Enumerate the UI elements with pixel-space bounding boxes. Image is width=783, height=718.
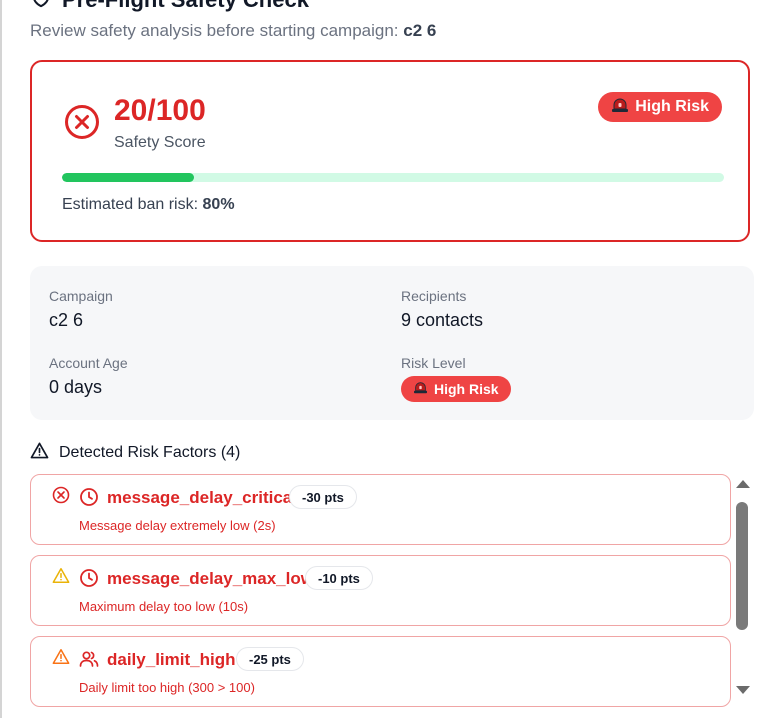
campaign-info: Campaign c2 6 bbox=[49, 288, 113, 331]
risk-factor-points: -10 pts bbox=[305, 566, 373, 590]
x-circle-icon bbox=[52, 486, 70, 509]
ban-risk-value: 80% bbox=[202, 196, 235, 213]
safety-progress-bar bbox=[62, 173, 724, 182]
risk-level-info: Risk Level High Risk bbox=[401, 355, 511, 402]
siren-icon bbox=[413, 381, 428, 397]
safety-score-card: 20/100 Safety Score High Risk Estimated … bbox=[30, 60, 750, 242]
scroll-down-arrow-icon[interactable] bbox=[736, 686, 750, 694]
risk-factor-item[interactable]: message_delay_max_low -10 pts Maximum de… bbox=[30, 555, 731, 626]
risk-level-badge: High Risk bbox=[401, 376, 511, 402]
campaign-info-card: Campaign c2 6 Recipients 9 contacts Acco… bbox=[30, 266, 754, 420]
account-age-info: Account Age 0 days bbox=[49, 355, 128, 398]
risk-factors-heading-label: Detected Risk Factors (4) bbox=[59, 444, 241, 461]
window-edge bbox=[0, 0, 2, 718]
recipients-value: 9 contacts bbox=[401, 310, 484, 330]
clock-icon bbox=[79, 568, 99, 593]
clock-icon bbox=[79, 487, 99, 512]
siren-icon bbox=[611, 97, 629, 118]
risk-factor-name: message_delay_max_low bbox=[107, 569, 314, 588]
scroll-up-arrow-icon[interactable] bbox=[736, 480, 750, 488]
warning-triangle-icon bbox=[52, 567, 70, 589]
recipients-label: Recipients bbox=[401, 288, 467, 304]
risk-badge-label: High Risk bbox=[635, 98, 709, 115]
x-circle-icon bbox=[64, 104, 100, 145]
warning-triangle-icon bbox=[52, 648, 70, 670]
scrollbar-thumb[interactable] bbox=[736, 502, 748, 630]
risk-factors-heading: Detected Risk Factors (4) bbox=[30, 442, 240, 464]
ban-risk: Estimated ban risk: 80% bbox=[62, 196, 235, 214]
risk-factor-points: -30 pts bbox=[289, 485, 357, 509]
page-title: Pre-Flight Safety Check bbox=[62, 0, 309, 13]
safety-score-label: Safety Score bbox=[114, 134, 206, 151]
users-icon bbox=[79, 649, 99, 674]
risk-badge: High Risk bbox=[598, 92, 722, 122]
risk-level-label: Risk Level bbox=[401, 355, 466, 371]
risk-factor-description: Message delay extremely low (2s) bbox=[79, 518, 276, 533]
campaign-value: c2 6 bbox=[49, 310, 84, 330]
risk-factor-description: Maximum delay too low (10s) bbox=[79, 599, 249, 614]
safety-progress-fill bbox=[62, 173, 195, 182]
risk-level-badge-label: High Risk bbox=[434, 381, 499, 397]
warning-triangle-icon bbox=[30, 442, 49, 464]
risk-factor-name: message_delay_critical bbox=[107, 488, 297, 507]
account-age-value: 0 days bbox=[49, 377, 103, 397]
risk-factor-item[interactable]: message_delay_critical -30 pts Message d… bbox=[30, 474, 731, 545]
risk-factor-item[interactable]: daily_limit_high -25 pts Daily limit too… bbox=[30, 636, 731, 707]
subtitle-text: Review safety analysis before starting c… bbox=[30, 21, 399, 40]
safety-score-value: 20/100 bbox=[114, 94, 206, 127]
account-age-label: Account Age bbox=[49, 355, 128, 371]
risk-factor-description: Daily limit too high (300 > 100) bbox=[79, 680, 255, 695]
page-subtitle: Review safety analysis before starting c… bbox=[30, 21, 436, 41]
subtitle-campaign-name: c2 6 bbox=[403, 21, 437, 40]
risk-factor-name: daily_limit_high bbox=[107, 650, 236, 669]
page-header: Pre-Flight Safety Check bbox=[30, 0, 309, 13]
recipients-info: Recipients 9 contacts bbox=[401, 288, 483, 331]
shield-icon bbox=[30, 0, 52, 13]
ban-risk-label: Estimated ban risk: bbox=[62, 196, 199, 213]
risk-factor-points: -25 pts bbox=[236, 647, 304, 671]
campaign-label: Campaign bbox=[49, 288, 113, 304]
